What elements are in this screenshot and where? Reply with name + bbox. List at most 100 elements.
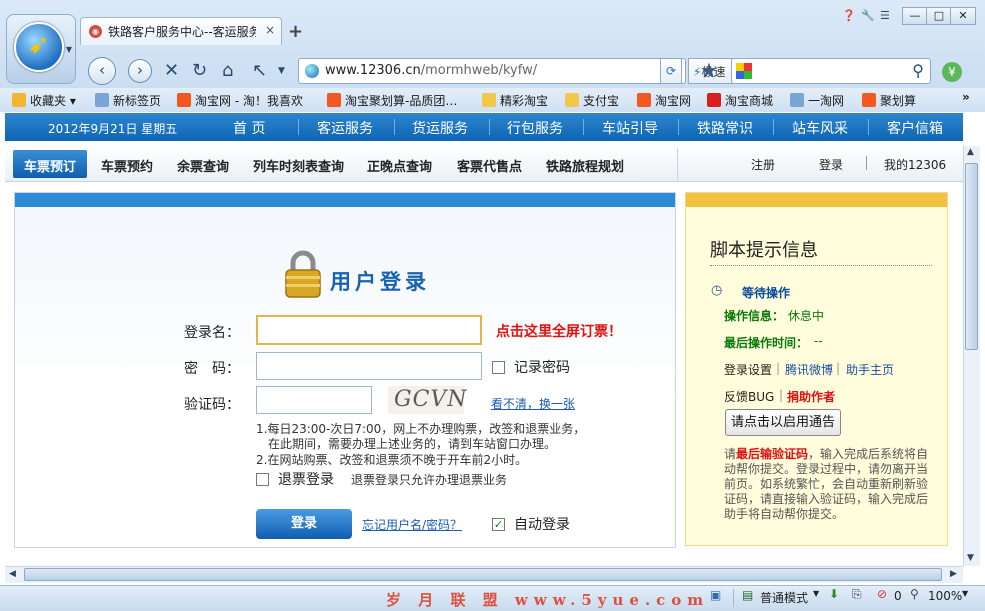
password-input[interactable] (256, 352, 482, 380)
bookmark-taobao-net[interactable]: 淘宝网 (637, 92, 691, 109)
download-icon[interactable]: ⬇ (829, 587, 839, 601)
bookmark-taobao[interactable]: 淘宝网 - 淘！我喜欢 (177, 92, 303, 109)
vertical-scroll-thumb[interactable] (965, 163, 978, 350)
close-window-button[interactable]: ✕ (950, 7, 976, 25)
taobao-icon (862, 93, 876, 107)
subnav-book-ticket[interactable]: 车票预订 (13, 150, 87, 178)
subnav-trip-planner[interactable]: 铁路旅程规划 (546, 156, 624, 175)
forward-button[interactable]: › (128, 59, 152, 83)
auto-login-label: 自动登录 (514, 517, 570, 533)
subnav-timetable[interactable]: 列车时刻表查询 (253, 156, 344, 175)
nav-mailbox[interactable]: 客户信箱 (887, 118, 943, 138)
google-icon (736, 63, 752, 79)
scroll-left-icon[interactable]: ◀ (9, 569, 16, 579)
screenshot-icon[interactable]: ⎘ (852, 587, 862, 602)
zoom-icon[interactable]: ⚲ (910, 587, 919, 601)
bookmark-favorites[interactable]: 收藏夹 ▾ (12, 92, 76, 109)
zoom-level[interactable]: 100% (928, 589, 962, 603)
chevron-down-icon[interactable]: ▼ (813, 589, 819, 598)
captcha-image[interactable]: GCVN (388, 386, 467, 414)
tips-divider (710, 265, 932, 266)
helper-home-link[interactable]: 助手主页 (846, 361, 894, 378)
scroll-up-icon[interactable]: ▲ (967, 147, 974, 157)
refund-login-checkbox[interactable] (256, 473, 269, 486)
bookmark-alipay[interactable]: 支付宝 (565, 92, 619, 109)
address-bar[interactable]: www.12306.cn/mormhweb/kyfw/ (298, 58, 686, 84)
tools-icon[interactable]: 🔧 (861, 9, 875, 22)
new-tab-button[interactable]: + (288, 21, 303, 42)
store-icon[interactable]: ▣ (710, 588, 721, 602)
extension-icon[interactable]: ¥ (942, 62, 962, 82)
horizontal-scroll-thumb[interactable] (24, 568, 942, 581)
subnav-agents[interactable]: 客票代售点 (457, 156, 522, 175)
bookmark-juhuasuan-full[interactable]: 淘宝聚划算-品质团… (327, 92, 457, 109)
chevron-down-icon[interactable]: ▼ (278, 66, 285, 76)
menu-icon[interactable]: ☰ (880, 9, 890, 22)
mode-switch-icon[interactable]: ⟳ (660, 58, 682, 84)
remember-password-checkbox[interactable] (492, 361, 505, 374)
nav-railway-knowledge[interactable]: 铁路常识 (697, 118, 753, 138)
forgot-password-link[interactable]: 忘记用户名/密码？ (362, 516, 462, 533)
browser-tab[interactable]: ◉ 铁路客户服务中心--客运服务 × (80, 17, 282, 45)
nav-home[interactable]: 首 页 (233, 118, 265, 138)
subnav-reserve[interactable]: 车票预约 (101, 156, 153, 175)
nav-freight[interactable]: 货运服务 (412, 118, 468, 138)
page-icon (95, 93, 109, 107)
feedback-link[interactable]: 反馈BUG (724, 388, 774, 405)
site-main-nav: 2012年9月21日 星期五 首 页 客运服务 货运服务 行包服务 车站引导 铁… (5, 113, 963, 141)
refresh-captcha-link[interactable]: 看不清，换一张 (491, 395, 575, 412)
home-icon[interactable]: ⌂ (222, 60, 233, 81)
search-icon[interactable]: ⚲ (912, 61, 924, 80)
nav-station-guide[interactable]: 车站引导 (602, 118, 658, 138)
bookmark-juhuasuan[interactable]: 聚划算 (862, 92, 916, 109)
bookmarks-more-icon[interactable]: » (962, 90, 970, 104)
undo-close-icon[interactable]: ↖ (252, 60, 267, 81)
scroll-right-icon[interactable]: ▶ (950, 569, 957, 579)
nav-passenger[interactable]: 客运服务 (317, 118, 373, 138)
browser-logo-button[interactable]: ➹ ▼ (6, 14, 76, 84)
bookmark-new-tab[interactable]: 新标签页 (95, 92, 161, 109)
railway-favicon-icon: ◉ (89, 25, 102, 38)
subnav-delay[interactable]: 正晚点查询 (367, 156, 432, 175)
login-link[interactable]: 登录 (819, 156, 843, 173)
taobao-icon (327, 93, 341, 107)
scroll-down-icon[interactable]: ▼ (967, 553, 974, 563)
waiting-status: 等待操作 (742, 286, 791, 300)
bookmark-jingcai[interactable]: 精彩淘宝 (482, 92, 548, 109)
op-info-label: 操作信息： (724, 309, 785, 323)
chevron-down-icon[interactable]: ▼ (962, 589, 968, 598)
nav-station-style[interactable]: 站车风采 (792, 118, 848, 138)
blocked-popups-icon[interactable]: ⊘ (877, 587, 887, 601)
refresh-icon[interactable]: ↻ (192, 60, 207, 81)
tab-close-icon[interactable]: × (265, 23, 275, 37)
subnav-remaining[interactable]: 余票查询 (177, 156, 229, 175)
refund-login-label: 退票登录 (278, 472, 334, 488)
search-box[interactable]: ⚲ (731, 58, 931, 84)
ticket-subnav: 车票预订 车票预约 余票查询 列车时刻表查询 正晚点查询 客票代售点 铁路旅程规… (5, 146, 963, 182)
my-12306-link[interactable]: 我的12306 (884, 156, 946, 173)
help-icon[interactable]: ❓ (842, 9, 856, 22)
captcha-input[interactable] (256, 386, 372, 414)
favorite-star-icon[interactable]: ★ (700, 58, 718, 82)
back-button[interactable]: ‹ (88, 57, 116, 85)
watermark: 岁 月 联 盟 www.5yue.com (386, 591, 710, 609)
username-input[interactable] (256, 315, 482, 345)
bookmark-label: 淘宝商城 (725, 94, 774, 108)
enable-notification-button[interactable]: 请点击以启用通告 (725, 409, 841, 436)
nav-luggage[interactable]: 行包服务 (507, 118, 563, 138)
tencent-weibo-link[interactable]: 腾讯微博 (785, 361, 833, 378)
maximize-button[interactable]: □ (926, 7, 952, 25)
register-link[interactable]: 注册 (751, 156, 775, 173)
stop-icon[interactable]: ✕ (164, 60, 179, 81)
bookmark-label: 淘宝聚划算-品质团… (345, 94, 458, 108)
auto-login-checkbox[interactable]: ✓ (492, 518, 505, 531)
normal-mode-label[interactable]: 普通模式 (760, 589, 808, 606)
login-button[interactable]: 登录 (256, 509, 352, 539)
donate-link[interactable]: 捐助作者 (787, 388, 835, 405)
login-settings-link[interactable]: 登录设置 (724, 361, 772, 378)
padlock-icon (285, 250, 321, 298)
fullscreen-booking-link[interactable]: 点击这里全屏订票！ (496, 321, 622, 341)
bookmark-etao[interactable]: 一淘网 (790, 92, 844, 109)
bookmark-tmall[interactable]: 淘宝商城 (707, 92, 773, 109)
minimize-button[interactable]: — (902, 7, 928, 25)
